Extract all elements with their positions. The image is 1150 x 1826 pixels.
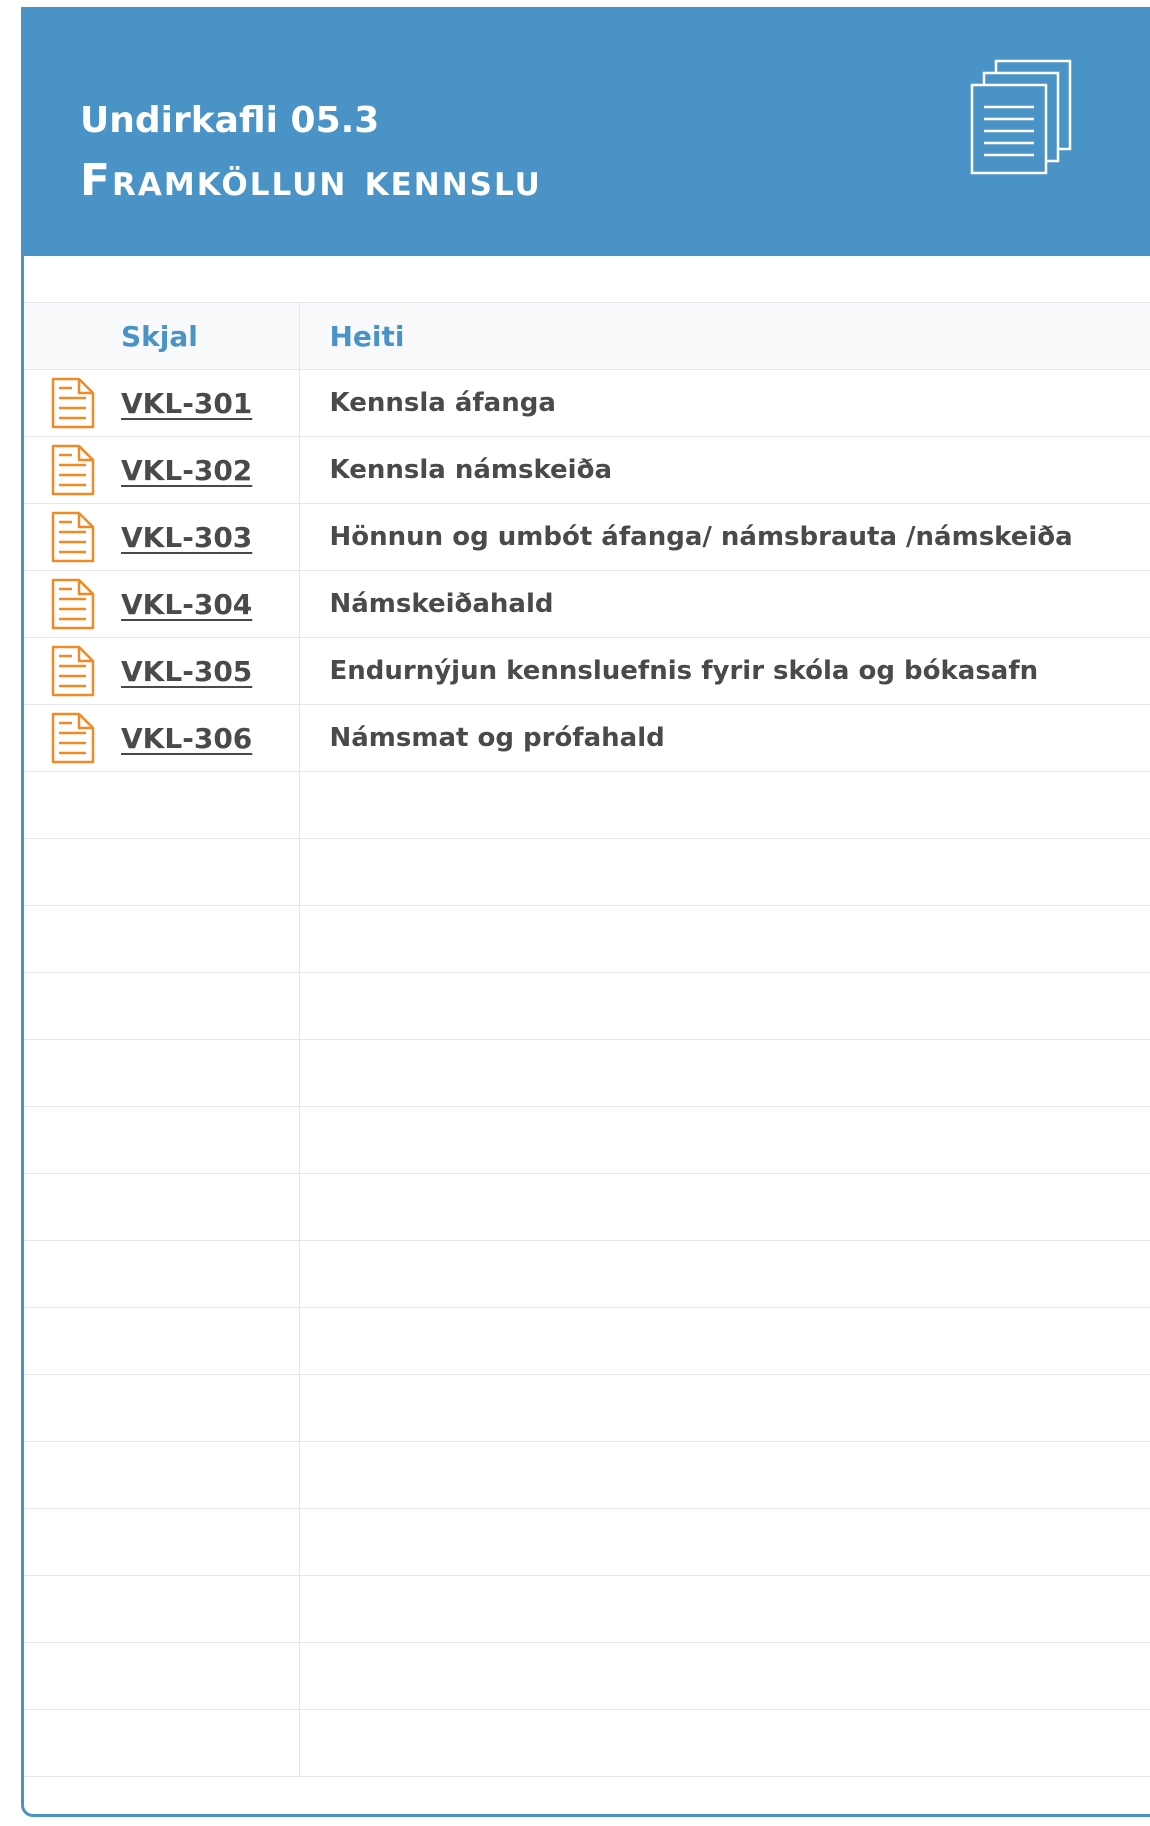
- empty-cell: [24, 1106, 300, 1174]
- empty-cell: [24, 1374, 300, 1442]
- empty-cell: [299, 1575, 1150, 1643]
- empty-cell: [299, 1173, 1150, 1241]
- empty-cell: [299, 1709, 1150, 1777]
- empty-table-row: [24, 1508, 1150, 1576]
- table-row: VKL-304 Námskeiðahald: [24, 570, 1150, 638]
- empty-table-row: [24, 1374, 1150, 1442]
- documents-table: Skjal Heiti VKL-301 Kennsla áfanga VKL-302…: [24, 302, 1150, 1777]
- empty-table-row: [24, 972, 1150, 1040]
- empty-cell: [299, 1508, 1150, 1576]
- empty-cell: [24, 1642, 300, 1710]
- column-header-heiti: Heiti: [299, 302, 1150, 370]
- document-link-1[interactable]: VKL-301: [121, 387, 252, 420]
- document-file-icon: [51, 712, 95, 764]
- table-row: VKL-306 Námsmat og prófahald: [24, 704, 1150, 772]
- document-link-3[interactable]: VKL-303: [121, 521, 252, 554]
- document-link-2[interactable]: VKL-302: [121, 454, 252, 487]
- table-row: VKL-303 Hönnun og umbót áfanga/ námsbraut…: [24, 503, 1150, 571]
- document-file-icon: [51, 578, 95, 630]
- document-cell: VKL-302: [24, 436, 300, 504]
- empty-table-row: [24, 1441, 1150, 1509]
- document-cell: VKL-303: [24, 503, 300, 571]
- empty-cell: [24, 1709, 300, 1777]
- document-name: Kennsla námskeiða: [299, 436, 1150, 504]
- empty-cell: [299, 1374, 1150, 1442]
- empty-cell: [299, 905, 1150, 973]
- column-header-skjal: Skjal: [24, 302, 300, 370]
- chapter-panel: Undirkafli 05.3 Framköllun kennslu Skjal…: [21, 7, 1150, 1817]
- document-cell: VKL-305: [24, 637, 300, 705]
- document-file-icon: [51, 645, 95, 697]
- empty-table-row: [24, 1575, 1150, 1643]
- empty-cell: [24, 1240, 300, 1308]
- document-cell: VKL-304: [24, 570, 300, 638]
- empty-cell: [24, 771, 300, 839]
- table-row: VKL-305 Endurnýjun kennsluefnis fyrir skó…: [24, 637, 1150, 705]
- document-name: Námsmat og prófahald: [299, 704, 1150, 772]
- empty-cell: [299, 1441, 1150, 1509]
- chapter-header: Undirkafli 05.3 Framköllun kennslu: [24, 7, 1150, 256]
- empty-cell: [299, 972, 1150, 1040]
- document-name: Endurnýjun kennsluefnis fyrir skóla og b…: [299, 637, 1150, 705]
- empty-cell: [299, 1106, 1150, 1174]
- document-link-4[interactable]: VKL-304: [121, 588, 252, 621]
- empty-cell: [24, 1441, 300, 1509]
- empty-cell: [299, 1039, 1150, 1107]
- document-name: Hönnun og umbót áfanga/ námsbrauta /náms…: [299, 503, 1150, 571]
- table-row: VKL-302 Kennsla námskeiða: [24, 436, 1150, 504]
- document-name: Kennsla áfanga: [299, 369, 1150, 437]
- document-link-5[interactable]: VKL-305: [121, 655, 252, 688]
- document-file-icon: [51, 444, 95, 496]
- empty-table-row: [24, 1642, 1150, 1710]
- empty-cell: [24, 1307, 300, 1375]
- empty-cell: [24, 972, 300, 1040]
- empty-cell: [24, 905, 300, 973]
- empty-cell: [24, 838, 300, 906]
- document-name: Námskeiðahald: [299, 570, 1150, 638]
- document-cell: VKL-301: [24, 369, 300, 437]
- empty-cell: [24, 1039, 300, 1107]
- document-link-6[interactable]: VKL-306: [121, 722, 252, 755]
- document-cell: VKL-306: [24, 704, 300, 772]
- document-file-icon: [51, 377, 95, 429]
- empty-table-row: [24, 771, 1150, 839]
- empty-table-row: [24, 1106, 1150, 1174]
- documents-icon: [970, 59, 1072, 175]
- empty-table-row: [24, 1307, 1150, 1375]
- empty-table-row: [24, 1709, 1150, 1777]
- empty-table-row: [24, 1173, 1150, 1241]
- table-row: VKL-301 Kennsla áfanga: [24, 369, 1150, 437]
- empty-cell: [299, 771, 1150, 839]
- empty-cell: [24, 1508, 300, 1576]
- empty-cell: [299, 1240, 1150, 1308]
- chapter-subtitle: Undirkafli 05.3: [80, 100, 380, 141]
- empty-cell: [299, 838, 1150, 906]
- empty-cell: [24, 1575, 300, 1643]
- empty-table-row: [24, 1039, 1150, 1107]
- empty-table-row: [24, 1240, 1150, 1308]
- empty-table-row: [24, 838, 1150, 906]
- empty-cell: [24, 1173, 300, 1241]
- document-file-icon: [51, 511, 95, 563]
- chapter-title: Framköllun kennslu: [80, 155, 542, 206]
- empty-table-row: [24, 905, 1150, 973]
- table-header-row: Skjal Heiti: [24, 302, 1150, 370]
- empty-cell: [299, 1642, 1150, 1710]
- empty-cell: [299, 1307, 1150, 1375]
